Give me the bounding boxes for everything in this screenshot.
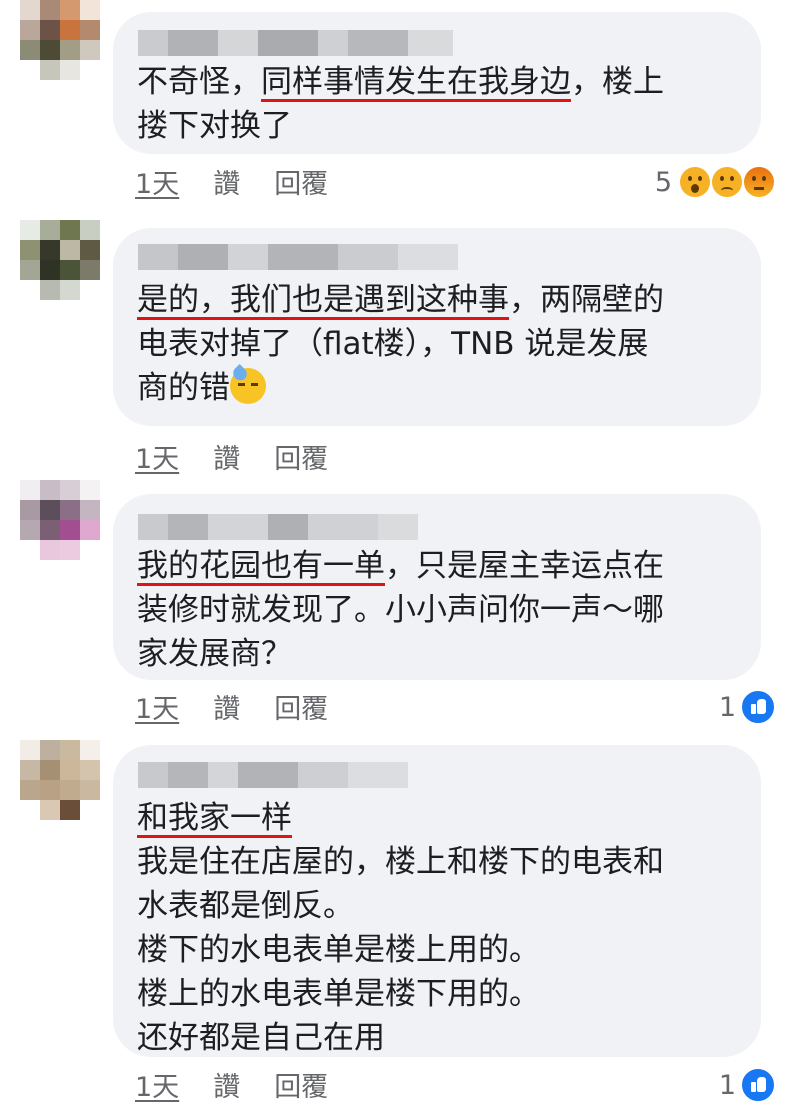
- like-button[interactable]: 讚: [213, 444, 240, 475]
- avatar[interactable]: [20, 480, 100, 560]
- reply-button[interactable]: 回覆: [274, 444, 328, 475]
- avatar[interactable]: [20, 0, 100, 80]
- reply-button[interactable]: 回覆: [274, 694, 328, 725]
- underlined-text: 我的花园也有一单: [137, 548, 385, 584]
- reaction-count: 5: [654, 166, 672, 198]
- comment-actions: 1天 讚 回覆: [135, 687, 362, 727]
- reaction-count: 1: [718, 1069, 736, 1101]
- like-button[interactable]: 讚: [213, 169, 240, 200]
- like-icon: [740, 1067, 776, 1103]
- reply-button[interactable]: 回覆: [274, 1072, 328, 1103]
- reactions-summary[interactable]: 1: [719, 687, 776, 727]
- reactions-summary[interactable]: 5: [655, 162, 776, 202]
- comment-actions: 1天 讚 回覆: [135, 437, 362, 477]
- underlined-text: 同样事情发生在我身边: [261, 64, 571, 100]
- comment-text: 是的，我们也是遇到这种事，两隔壁的 电表对掉了（flat楼），TNB 说是发展 …: [137, 282, 664, 406]
- author-name-blurred[interactable]: [138, 514, 418, 540]
- comment-text: 不奇怪，同样事情发生在我身边，楼上 搂下对换了: [137, 64, 664, 144]
- sweat-emoji-icon: [230, 368, 266, 404]
- comment-text: 和我家一样 我是住在店屋的，楼上和楼下的电表和 水表都是倒反。 楼下的水电表单是…: [137, 800, 664, 1056]
- author-name-blurred[interactable]: [138, 30, 453, 56]
- timestamp-link[interactable]: 1天: [135, 694, 179, 725]
- reaction-count: 1: [718, 691, 736, 723]
- like-icon: [740, 689, 776, 725]
- timestamp-link[interactable]: 1天: [135, 444, 179, 475]
- sad-icon: [710, 165, 744, 199]
- comment-text: 我的花园也有一单，只是屋主幸运点在 装修时就发现了。小小声问你一声～哪 家发展商…: [137, 548, 664, 672]
- underlined-text: 和我家一样: [137, 800, 292, 836]
- reply-button[interactable]: 回覆: [274, 169, 328, 200]
- timestamp-link[interactable]: 1天: [135, 169, 179, 200]
- comment-actions: 1天 讚 回覆: [135, 162, 362, 202]
- author-name-blurred[interactable]: [138, 762, 408, 788]
- author-name-blurred[interactable]: [138, 244, 458, 270]
- avatar[interactable]: [20, 740, 100, 820]
- like-button[interactable]: 讚: [213, 694, 240, 725]
- avatar[interactable]: [20, 220, 100, 300]
- timestamp-link[interactable]: 1天: [135, 1072, 179, 1103]
- comment-actions: 1天 讚 回覆: [135, 1065, 362, 1105]
- like-button[interactable]: 讚: [213, 1072, 240, 1103]
- underlined-text: 是的，我们也是遇到这种事: [137, 282, 509, 318]
- wow-icon: [678, 165, 712, 199]
- angry-icon: [742, 165, 776, 199]
- reactions-summary[interactable]: 1: [719, 1065, 776, 1105]
